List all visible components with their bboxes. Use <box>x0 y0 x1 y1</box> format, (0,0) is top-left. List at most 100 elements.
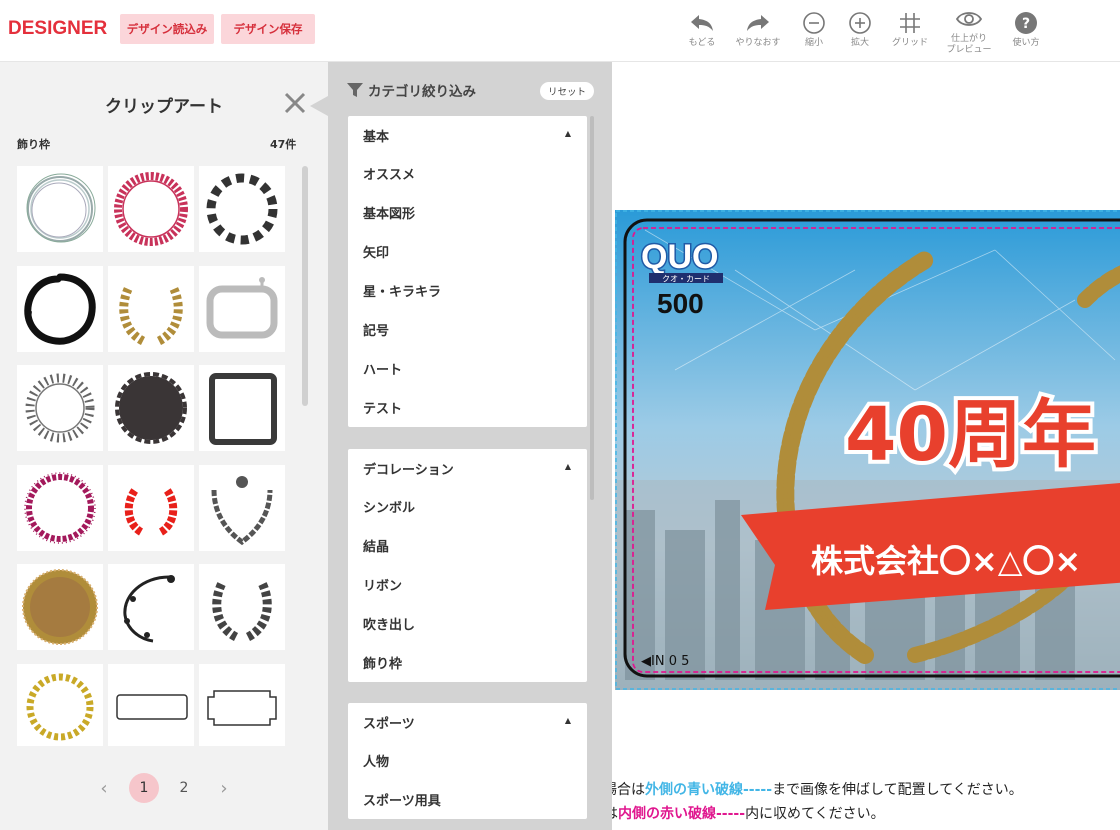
clipart-count: 47件 <box>270 138 297 151</box>
svg-text:?: ? <box>1022 16 1030 32</box>
quo-brand-sub: クオ・カード <box>662 275 710 284</box>
category-item[interactable]: スポーツ用具 <box>348 780 587 819</box>
quo-card-design[interactable]: QUO クオ・カード 500 40周年 株式会社〇×△〇× ◀IN 0 5 <box>615 210 1120 690</box>
zoom-out-button[interactable]: 縮小 <box>789 10 839 49</box>
eye-icon <box>944 6 994 32</box>
next-page-button[interactable]: › <box>209 773 239 803</box>
grid-button[interactable]: グリッド <box>885 10 935 49</box>
clipart-item[interactable] <box>108 465 194 551</box>
category-item[interactable]: オススメ <box>348 154 587 193</box>
zoom-in-button[interactable]: 拡大 <box>835 10 885 49</box>
clipart-item[interactable] <box>199 664 285 746</box>
clipart-item[interactable] <box>17 266 103 352</box>
help-button[interactable]: ? 使い方 <box>1001 10 1051 49</box>
category-item[interactable]: ハート <box>348 349 587 388</box>
clipart-item[interactable] <box>108 266 194 352</box>
page-2-button[interactable]: 2 <box>169 773 199 803</box>
group-header[interactable]: スポーツ ▲ <box>348 703 587 741</box>
group-name: デコレーション <box>363 462 454 478</box>
clipart-title: クリップアート <box>105 97 223 117</box>
collapse-icon: ▲ <box>564 716 571 725</box>
top-toolbar: DESIGNER デザイン読込み デザイン保存 もどる やりなおす 縮小 拡大 … <box>0 0 1120 62</box>
filter-scrollbar[interactable] <box>590 116 594 500</box>
frame-square-brush-icon <box>209 373 277 445</box>
frame-red-leaf-icon <box>124 487 178 536</box>
save-design-button[interactable]: デザイン保存 <box>221 14 315 44</box>
filter-header: カテゴリ絞り込み <box>346 80 476 100</box>
grid-icon <box>885 10 935 36</box>
app-logo: DESIGNER <box>8 18 108 39</box>
frame-laurel-gray-icon <box>212 580 272 642</box>
frame-ornate-shield-icon <box>211 476 273 546</box>
clipart-scrollbar[interactable] <box>302 166 308 746</box>
group-name: 基本 <box>363 129 390 145</box>
group-name: スポーツ <box>363 716 415 732</box>
grid-label: グリッド <box>891 38 928 48</box>
frame-yellow-wreath-icon <box>26 673 94 741</box>
zoom-out-label: 縮小 <box>804 38 823 48</box>
reset-button[interactable]: リセット <box>540 82 594 100</box>
frame-floral-icon <box>123 575 175 643</box>
help-label: 使い方 <box>1012 38 1040 48</box>
category-item[interactable]: 基本図形 <box>348 193 587 232</box>
clipart-item[interactable] <box>17 166 103 252</box>
clipart-item[interactable] <box>199 465 285 551</box>
ribbon-text[interactable]: 株式会社〇×△〇× <box>811 542 1081 580</box>
frame-greek-icon <box>114 172 188 246</box>
design-canvas[interactable]: QUO クオ・カード 500 40周年 株式会社〇×△〇× ◀IN 0 5 要な… <box>612 62 1120 830</box>
category-item[interactable]: テスト <box>348 388 587 427</box>
category-item[interactable]: 記号 <box>348 310 587 349</box>
category-item[interactable]: リボン <box>348 565 587 604</box>
frame-laurel-gold-icon <box>119 284 183 346</box>
group-header[interactable]: デコレーション ▲ <box>348 449 587 487</box>
frame-scallop-icon <box>115 372 187 444</box>
category-item[interactable]: 結晶 <box>348 526 587 565</box>
clipart-grid <box>17 166 287 746</box>
category-item[interactable]: 矢印 <box>348 232 587 271</box>
group-header[interactable]: 基本 ▲ <box>348 116 587 154</box>
clipart-item[interactable] <box>199 166 285 252</box>
redo-icon <box>733 10 783 36</box>
frame-ticket-icon <box>207 690 277 726</box>
prev-page-button[interactable]: ‹ <box>89 773 119 803</box>
preview-button[interactable]: 仕上がり プレビュー <box>944 6 994 56</box>
frame-brush-icon <box>24 273 96 345</box>
frame-lace-icon <box>24 472 96 544</box>
clipart-item[interactable] <box>199 365 285 451</box>
note-text: 内に収めてください。 <box>745 806 885 822</box>
clipart-category: 飾り枠 <box>17 138 50 151</box>
scrollbar-thumb[interactable] <box>302 166 308 406</box>
category-item[interactable]: 吹き出し <box>348 604 587 643</box>
close-icon[interactable] <box>282 90 308 116</box>
frame-rounded-icon <box>206 277 278 339</box>
redo-label: やりなおす <box>735 38 781 48</box>
clipart-item[interactable] <box>17 664 103 746</box>
filter-icon <box>347 83 363 97</box>
redo-button[interactable]: やりなおす <box>733 10 783 49</box>
note-red-guide: 内側の赤い破線----- <box>618 806 746 822</box>
card-code: ◀IN 0 5 <box>641 654 689 669</box>
category-group-decoration: デコレーション ▲ シンボル 結晶 リボン 吹き出し 飾り枠 <box>348 449 587 682</box>
undo-button[interactable]: もどる <box>677 10 727 49</box>
clipart-item[interactable] <box>17 365 103 451</box>
category-item[interactable]: シンボル <box>348 487 587 526</box>
clipart-item[interactable] <box>108 664 194 746</box>
zoom-in-icon <box>835 10 885 36</box>
load-design-button[interactable]: デザイン読込み <box>120 14 214 44</box>
clipart-item[interactable] <box>17 465 103 551</box>
help-icon: ? <box>1001 10 1051 36</box>
clipart-item[interactable] <box>108 166 194 252</box>
clipart-item[interactable] <box>199 266 285 352</box>
page-1-button[interactable]: 1 <box>129 773 159 803</box>
preview-label: 仕上がり プレビュー <box>946 34 992 55</box>
category-item[interactable]: 飾り枠 <box>348 643 587 682</box>
clipart-item[interactable] <box>108 564 194 650</box>
clipart-item[interactable] <box>199 564 285 650</box>
category-item[interactable]: 星・キラキラ <box>348 271 587 310</box>
clipart-item[interactable] <box>108 365 194 451</box>
clipart-item[interactable] <box>17 564 103 650</box>
category-item[interactable]: 人物 <box>348 741 587 780</box>
card-headline[interactable]: 40周年 <box>841 388 1100 482</box>
frame-rect-icon <box>116 694 188 720</box>
zoom-out-icon <box>789 10 839 36</box>
